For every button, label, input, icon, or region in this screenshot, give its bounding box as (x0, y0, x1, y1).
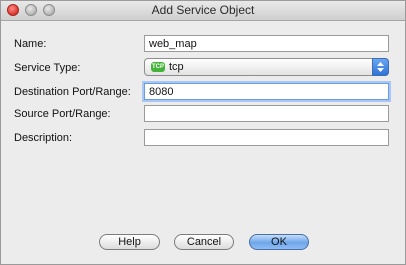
tcp-icon: TCP (151, 62, 165, 72)
cancel-button[interactable]: Cancel (174, 234, 234, 250)
service-type-label: Service Type: (14, 62, 81, 74)
description-field[interactable] (144, 129, 389, 146)
ok-button[interactable]: OK (249, 234, 309, 250)
help-button[interactable]: Help (99, 234, 160, 250)
window-title: Add Service Object (151, 3, 255, 17)
service-type-select[interactable]: TCP tcp (144, 58, 389, 76)
source-port-field[interactable] (144, 105, 389, 122)
destination-port-field[interactable] (144, 83, 389, 100)
source-port-label: Source Port/Range: (14, 108, 111, 120)
destination-port-label: Destination Port/Range: (14, 86, 131, 98)
description-label: Description: (14, 132, 73, 144)
name-label: Name: (14, 38, 47, 50)
title-bar[interactable]: Add Service Object (1, 1, 405, 21)
name-field[interactable] (144, 35, 389, 52)
select-arrows-icon[interactable] (372, 58, 389, 76)
service-type-value: tcp (169, 61, 184, 73)
dialog-window: Add Service Object Name: Service Type: T… (0, 0, 406, 265)
